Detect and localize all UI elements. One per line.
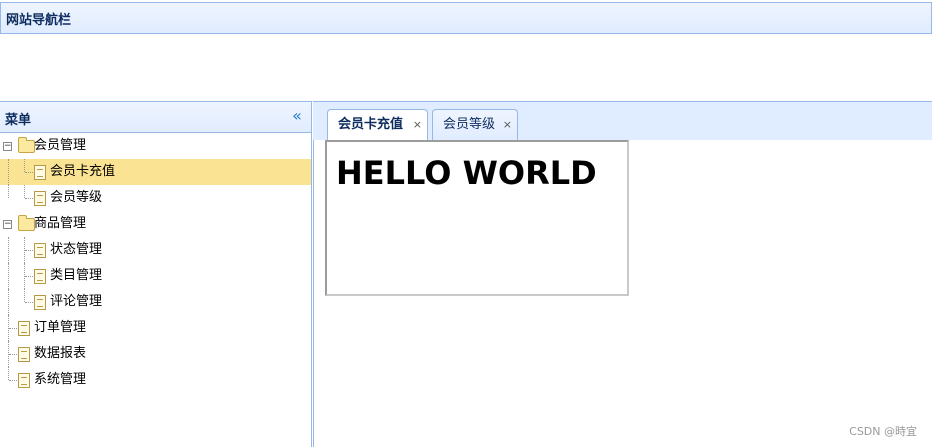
tree-node-data-report[interactable]: 数据报表 [0, 341, 311, 367]
tree-node-product-mgmt[interactable]: − 商品管理 [0, 211, 311, 237]
tree-guide-line [24, 159, 25, 172]
tree-node-label: 会员卡充值 [50, 164, 116, 179]
watermark: CSDN @時宜 [849, 425, 917, 438]
collapse-toggle-icon[interactable]: − [3, 142, 12, 151]
content-panel: 会员卡充值 × 会员等级 × HELLO WORLD [313, 101, 932, 447]
tab-label: 会员等级 [443, 117, 496, 132]
double-chevron-left-icon[interactable]: « [289, 106, 305, 126]
top-nav-header: 网站导航栏 [0, 2, 932, 34]
close-icon[interactable]: × [413, 110, 422, 140]
file-icon [34, 295, 46, 310]
tree-node-label: 会员管理 [34, 138, 87, 153]
tree-node-label: 数据报表 [34, 346, 87, 361]
tree-guide-line [8, 159, 9, 185]
tree-guide-line [25, 172, 33, 173]
tree-guide-line [9, 380, 17, 381]
tree-guide-line [8, 367, 9, 380]
tree-node-label: 会员等级 [50, 190, 103, 205]
top-nav-body [0, 34, 932, 100]
top-nav-title: 网站导航栏 [6, 13, 72, 28]
tree-node-member-card-recharge[interactable]: 会员卡充值 [0, 159, 311, 185]
tree-node-order-mgmt[interactable]: 订单管理 [0, 315, 311, 341]
tab-member-card-recharge[interactable]: 会员卡充值 × [327, 109, 428, 141]
folder-open-icon [18, 215, 35, 231]
tree-guide-line [9, 328, 17, 329]
tree-node-label: 评论管理 [50, 294, 103, 309]
content-iframe: HELLO WORLD [325, 140, 629, 296]
tree-node-label: 类目管理 [50, 268, 103, 283]
tree-node-member-mgmt[interactable]: − 会员管理 [0, 133, 311, 159]
tab-label: 会员卡充值 [338, 117, 404, 132]
tree-guide-line [25, 276, 33, 277]
tree-node-label: 订单管理 [34, 320, 87, 335]
menu-tree: − 会员管理 会员卡充值 会员等级 − 商品管理 状态管理 类目管理 评论管理 … [0, 133, 311, 393]
tree-guide-line [24, 185, 25, 198]
menu-title: 菜单 [5, 113, 32, 128]
tree-node-label: 系统管理 [34, 372, 87, 387]
top-nav-panel: 网站导航栏 [0, 0, 932, 101]
tree-guide-line [24, 289, 25, 302]
tree-node-system-mgmt[interactable]: 系统管理 [0, 367, 311, 393]
tree-node-review-mgmt[interactable]: 评论管理 [0, 289, 311, 315]
file-icon [34, 191, 46, 206]
tree-node-label: 状态管理 [50, 242, 103, 257]
file-icon [18, 321, 30, 336]
folder-open-icon [18, 137, 35, 153]
file-icon [34, 269, 46, 284]
close-icon[interactable]: × [503, 110, 512, 140]
tree-node-member-level[interactable]: 会员等级 [0, 185, 311, 211]
tree-guide-line [25, 198, 33, 199]
tree-guide-line [8, 185, 9, 198]
tree-guide-line [8, 289, 9, 315]
menu-panel: 菜单 « − 会员管理 会员卡充值 会员等级 − 商品管理 状态管理 类目管理 … [0, 101, 312, 447]
tree-guide-line [25, 250, 33, 251]
hello-heading: HELLO WORLD [336, 154, 597, 192]
file-icon [34, 243, 46, 258]
file-icon [18, 373, 30, 388]
file-icon [18, 347, 30, 362]
tree-guide-line [25, 302, 33, 303]
tree-guide-line [8, 263, 9, 289]
tree-guide-line [9, 354, 17, 355]
file-icon [34, 165, 46, 180]
collapse-toggle-icon[interactable]: − [3, 220, 12, 229]
tree-node-status-mgmt[interactable]: 状态管理 [0, 237, 311, 263]
tab-bar: 会员卡充值 × 会员等级 × [313, 101, 932, 141]
tree-node-category-mgmt[interactable]: 类目管理 [0, 263, 311, 289]
tree-node-label: 商品管理 [34, 216, 87, 231]
menu-header: 菜单 « [0, 101, 311, 133]
tab-content: HELLO WORLD [313, 140, 932, 447]
tree-guide-line [8, 237, 9, 263]
tab-member-level[interactable]: 会员等级 × [432, 109, 518, 140]
